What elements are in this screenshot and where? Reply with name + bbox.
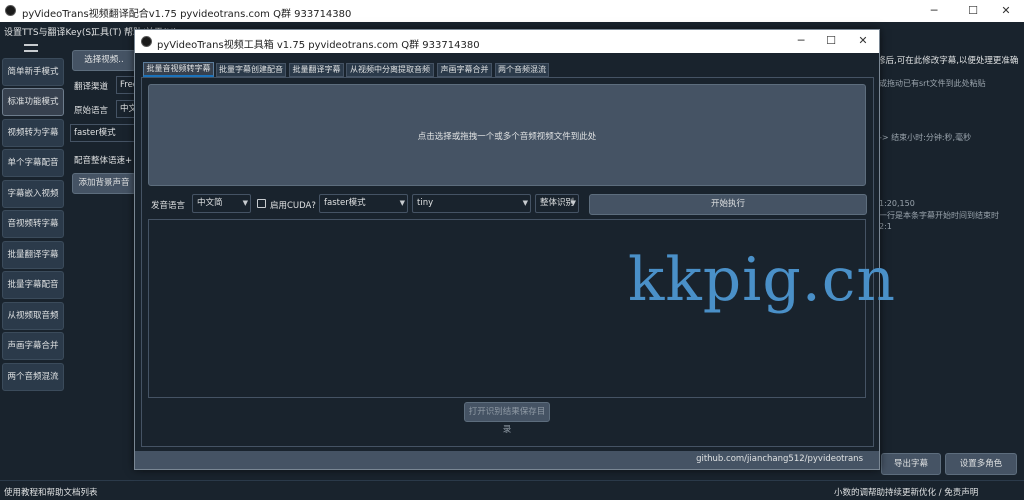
menu-settings[interactable]: 设置TTS与翻译Key(S) bbox=[4, 25, 95, 38]
dialog-logo-icon bbox=[141, 36, 152, 47]
dialog-title: pyVideoTrans视频工具箱 v1.75 pyvideotrans.com… bbox=[157, 40, 480, 51]
nav-audio-mix[interactable]: 两个音频混流 bbox=[2, 363, 64, 391]
nav-av-to-subtitle[interactable]: 音视频转字幕 bbox=[2, 210, 64, 238]
nav-batch-translate[interactable]: 批量翻译字幕 bbox=[2, 241, 64, 269]
dub-speed-label: 配音整体语速+ bbox=[74, 156, 133, 166]
model-select[interactable]: tiny ▼ bbox=[412, 194, 531, 213]
subtitle-hint-6: 2:1 bbox=[879, 222, 892, 231]
subtitle-hint-4: 1:20,150 bbox=[879, 199, 915, 208]
language-label: 发音语言 bbox=[151, 201, 186, 211]
tutorial-link[interactable]: 使用教程和帮助文档列表 bbox=[4, 486, 98, 498]
chevron-down-icon: ▼ bbox=[399, 199, 405, 207]
mode-value: faster模式 bbox=[324, 198, 366, 208]
tab-audio-mix[interactable]: 两个音频混流 bbox=[495, 63, 549, 77]
status-bar: 使用教程和帮助文档列表 小数的调帮助持续更新优化 / 免责声明 bbox=[0, 480, 1024, 500]
chevron-down-icon: ▼ bbox=[522, 199, 528, 207]
source-lang-label: 原始语言 bbox=[74, 106, 109, 116]
chevron-down-icon: ▼ bbox=[242, 199, 248, 207]
split-value: 整体识别 bbox=[540, 198, 575, 208]
dialog-close-icon[interactable]: ✕ bbox=[845, 30, 881, 52]
main-window-title: pyVideoTrans视频翻译配合v1.75 pyvideotrans.com… bbox=[22, 9, 352, 20]
disclaimer-link[interactable]: 小数的调帮助持续更新优化 / 免责声明 bbox=[834, 486, 978, 498]
tab-batch-translate[interactable]: 批量翻译字幕 bbox=[289, 63, 344, 77]
main-title-bar: pyVideoTrans视频翻译配合v1.75 pyvideotrans.com… bbox=[0, 0, 1024, 22]
subtitle-hint-3: -> 结束小时:分钟:秒,毫秒 bbox=[879, 133, 972, 142]
source-lang-select[interactable]: 中文 bbox=[116, 100, 136, 118]
nav-batch-dub[interactable]: 批量字幕配音 bbox=[2, 271, 64, 299]
nav-video-to-subtitle[interactable]: 视频转为字幕 bbox=[2, 119, 64, 147]
minimize-icon[interactable]: ─ bbox=[916, 0, 952, 22]
model-value: tiny bbox=[417, 198, 434, 208]
subtitle-hint-1: 修后,可在此修改字幕,以便处理更准确 bbox=[877, 56, 1019, 66]
nav-single-dub[interactable]: 单个字幕配音 bbox=[2, 149, 64, 177]
mid-panel: 选择视频.. 翻译渠道 Free 原始语言 中文 faster模式 配音整体语速… bbox=[66, 40, 136, 480]
dialog-maximize-icon[interactable]: ☐ bbox=[813, 30, 849, 52]
nav-simple-mode[interactable]: 简单新手模式 bbox=[2, 58, 64, 86]
hamburger-icon[interactable] bbox=[24, 44, 38, 52]
nav-standard-mode[interactable]: 标准功能模式 bbox=[2, 88, 64, 116]
dialog-footer: github.com/jianchang512/pyvideotrans bbox=[135, 451, 879, 469]
mode-select[interactable]: faster模式 bbox=[70, 124, 136, 142]
left-nav: 简单新手模式 标准功能模式 视频转为字幕 单个字幕配音 字幕嵌入视频 音视频转字… bbox=[0, 40, 66, 480]
close-icon[interactable]: ✕ bbox=[988, 0, 1024, 22]
cuda-checkbox[interactable] bbox=[257, 199, 266, 208]
split-select[interactable]: 整体识别 ▼ bbox=[535, 194, 579, 213]
dialog-title-bar: pyVideoTrans视频工具箱 v1.75 pyvideotrans.com… bbox=[135, 30, 879, 53]
github-link[interactable]: github.com/jianchang512/pyvideotrans bbox=[696, 454, 863, 464]
watermark-text: kkpig.cn bbox=[628, 245, 897, 315]
menu-tools[interactable]: 工具(T) bbox=[91, 25, 122, 38]
select-video-button[interactable]: 选择视频.. bbox=[72, 50, 136, 71]
set-roles-button[interactable]: 设置多角色 bbox=[945, 453, 1017, 475]
subtitle-hint-2: 或拖动已有srt文件到此处粘贴 bbox=[879, 79, 986, 88]
translate-channel-label: 翻译渠道 bbox=[74, 82, 109, 92]
tab-extract-audio[interactable]: 从视频中分离提取音频 bbox=[346, 63, 434, 77]
start-button[interactable]: 开始执行 bbox=[589, 194, 867, 215]
tab-batch-av-to-subtitle[interactable]: 批量音视频转字幕 bbox=[143, 62, 214, 77]
language-value: 中文简 bbox=[197, 198, 223, 208]
translate-channel-select[interactable]: Free bbox=[116, 76, 136, 94]
export-subtitle-button[interactable]: 导出字幕 bbox=[881, 453, 941, 475]
tab-merge[interactable]: 声画字幕合并 bbox=[437, 63, 492, 77]
mode-select[interactable]: faster模式 ▼ bbox=[319, 194, 408, 213]
app-logo-icon bbox=[5, 5, 16, 16]
chevron-down-icon: ▼ bbox=[570, 199, 576, 207]
cuda-label: 启用CUDA? bbox=[270, 201, 316, 211]
nav-embed-subtitle[interactable]: 字幕嵌入视频 bbox=[2, 180, 64, 208]
file-drop-zone[interactable]: 点击选择或拖拽一个或多个音频视频文件到此处 bbox=[148, 84, 866, 186]
add-bgm-button[interactable]: 添加背景声音 bbox=[72, 173, 136, 194]
drop-zone-label: 点击选择或拖拽一个或多个音频视频文件到此处 bbox=[417, 132, 597, 142]
nav-extract-audio[interactable]: 从视频取音频 bbox=[2, 302, 64, 330]
maximize-icon[interactable]: ☐ bbox=[955, 0, 991, 22]
nav-merge[interactable]: 声画字幕合并 bbox=[2, 332, 64, 360]
tab-batch-subtitle-dub[interactable]: 批量字幕创建配音 bbox=[216, 63, 286, 77]
language-select[interactable]: 中文简 ▼ bbox=[192, 194, 251, 213]
subtitle-hint-5: 一行是本条字幕开始时间到结束时 bbox=[879, 211, 999, 220]
open-result-dir-button[interactable]: 打开识别结果保存目录 bbox=[464, 402, 550, 435]
